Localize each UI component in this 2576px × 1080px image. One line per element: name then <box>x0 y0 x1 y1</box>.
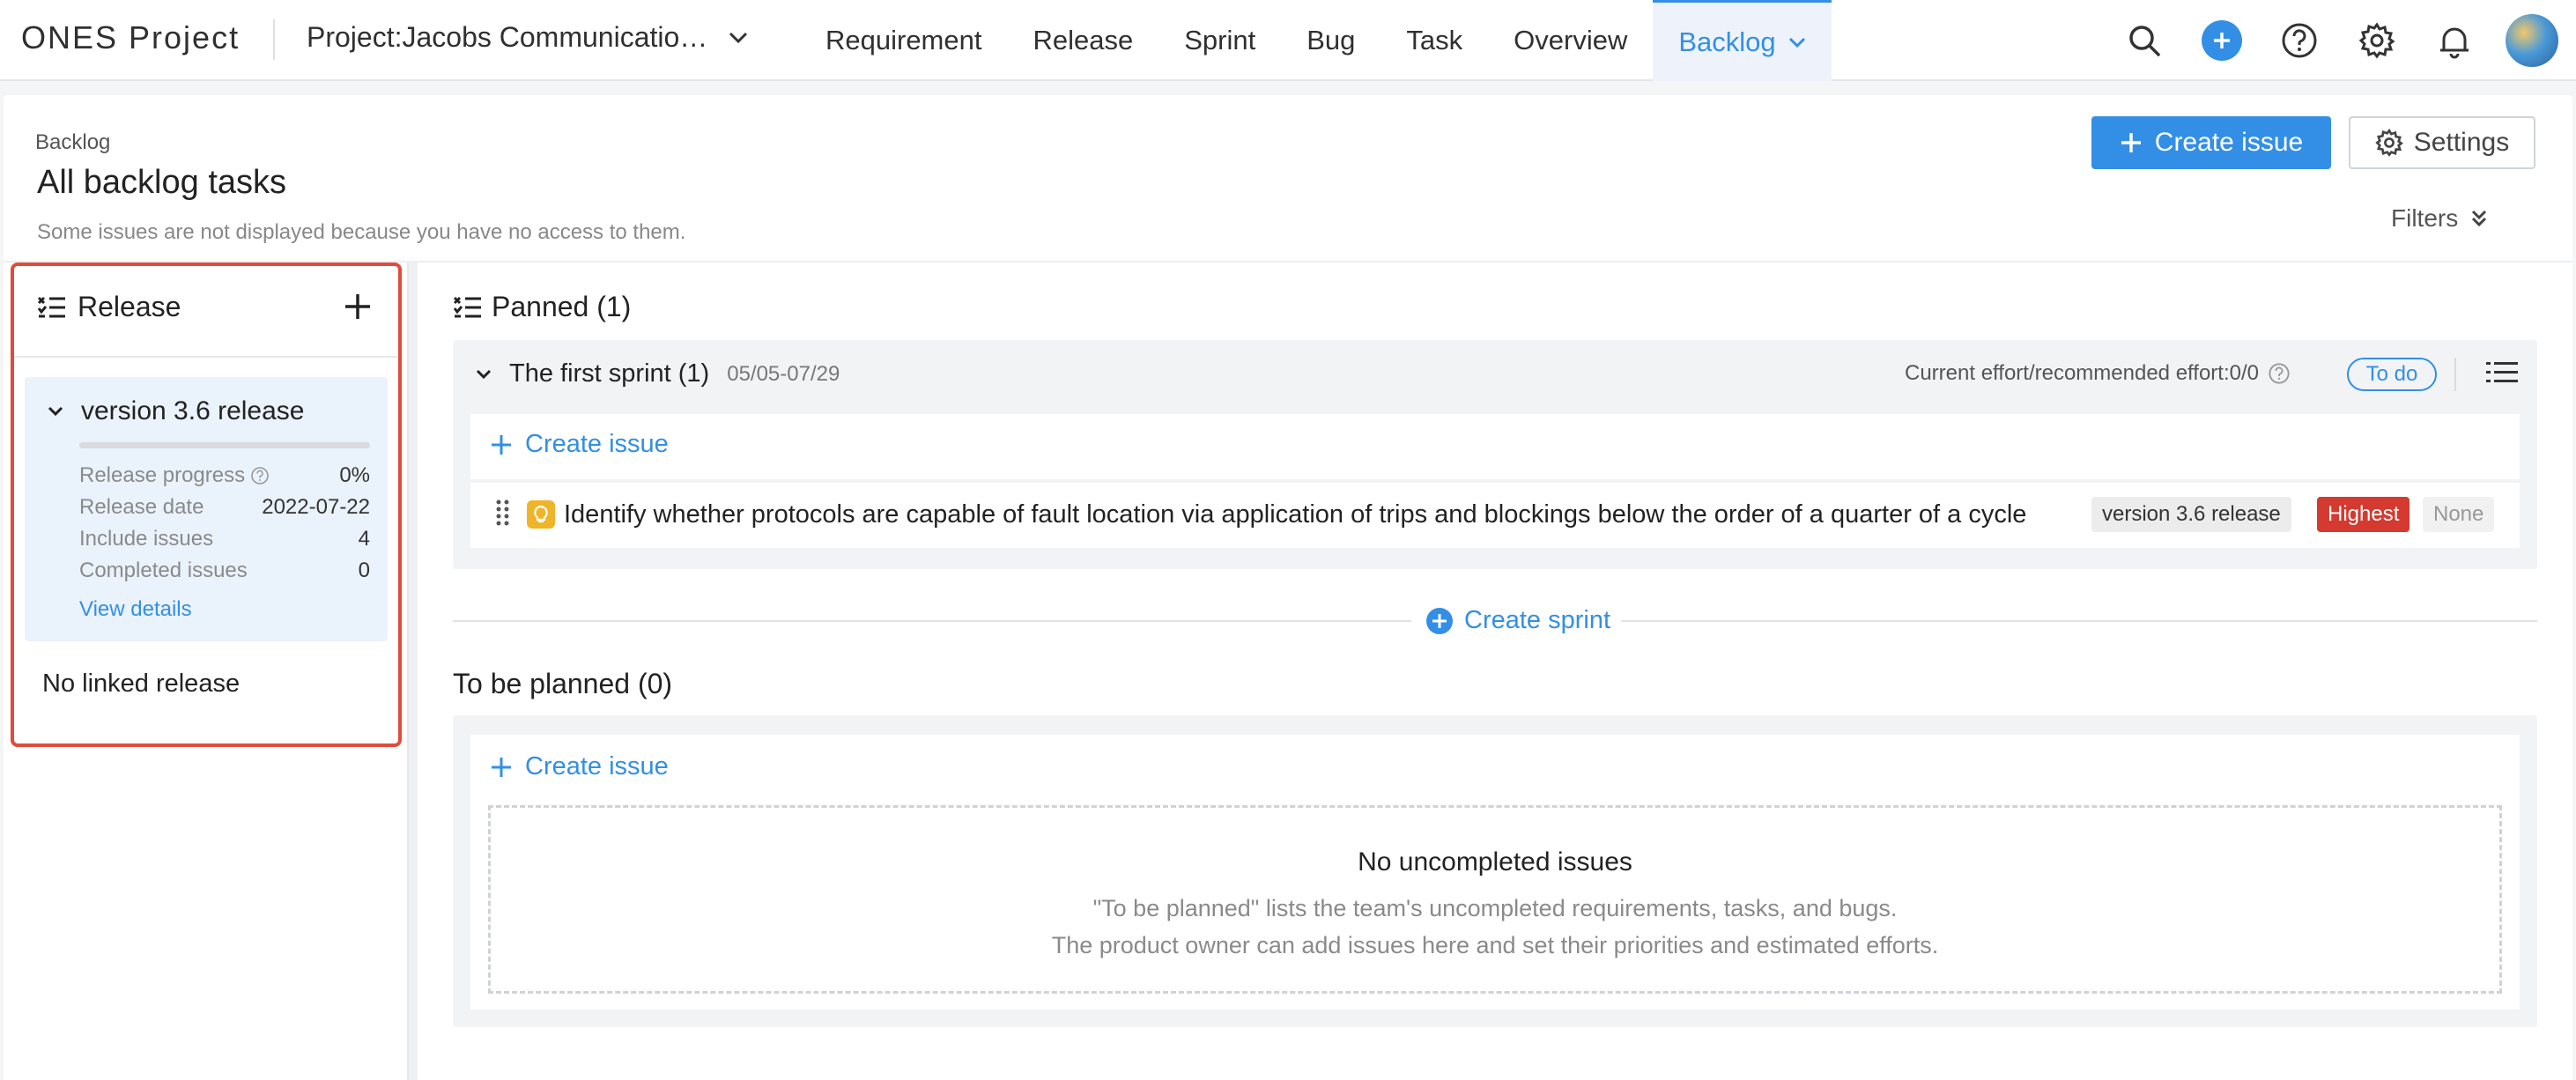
release-toggle[interactable]: version 3.6 release <box>48 396 304 426</box>
to-be-planned-create-issue-label: Create issue <box>525 752 669 780</box>
sprint-effort-text: Current effort/recommended effort:0/0 <box>1905 361 2259 385</box>
plus-icon <box>492 434 511 455</box>
empty-state-description: "To be planned" lists the team's uncompl… <box>1092 895 1898 921</box>
release-progress-bar <box>79 442 370 448</box>
issue-release-tag[interactable]: version 3.6 release <box>2091 497 2291 532</box>
nav-task[interactable]: Task <box>1381 0 1488 81</box>
checklist-icon <box>37 296 65 317</box>
sprint-effort: Current effort/recommended effort:0/0 <box>1905 361 2291 386</box>
sprint-dates: 05/05-07/29 <box>727 361 840 386</box>
nav-backlog-label: Backlog <box>1678 26 1776 57</box>
planned-section-header: Panned (1) <box>453 291 631 323</box>
sprint-create-row <box>470 414 2520 479</box>
checklist-icon <box>453 296 481 317</box>
search-icon[interactable] <box>2118 14 2171 67</box>
settings-label: Settings <box>2413 128 2510 157</box>
to-be-planned-header: To be planned (0) <box>453 668 672 700</box>
create-sprint-divider-left <box>453 620 1411 622</box>
to-be-planned-create-issue-button[interactable]: Create issue <box>490 752 669 781</box>
breadcrumb[interactable]: Backlog <box>35 130 110 155</box>
release-date-key: Release date <box>79 495 204 519</box>
release-name: version 3.6 release <box>81 396 305 425</box>
access-notice: Some issues are not displayed because yo… <box>37 220 686 244</box>
help-icon[interactable] <box>250 466 270 485</box>
nav-overview[interactable]: Overview <box>1488 0 1653 81</box>
chevron-down-icon <box>729 32 748 43</box>
to-be-planned-title: To be planned (0) <box>453 668 673 699</box>
include-issues-row: Include issues 4 <box>79 527 370 551</box>
nav-backlog[interactable]: Backlog <box>1653 0 1832 81</box>
create-sprint-button[interactable]: Create sprint <box>1418 606 1618 635</box>
view-details-link[interactable]: View details <box>79 597 192 622</box>
chevron-down-icon <box>476 369 492 379</box>
create-sprint-divider-right <box>1621 620 2537 622</box>
issue-assignee-badge[interactable]: None <box>2423 497 2495 532</box>
requirement-type-icon <box>527 500 555 529</box>
empty-state-description-2: The product owner can add issues here an… <box>1051 932 1939 958</box>
gear-icon <box>2375 129 2403 157</box>
create-issue-button[interactable]: Create issue <box>2091 116 2331 169</box>
header-actions <box>2118 12 2558 69</box>
bell-icon[interactable] <box>2428 14 2481 67</box>
chevron-down-icon <box>48 406 63 417</box>
no-linked-release[interactable]: No linked release <box>42 669 240 699</box>
user-avatar[interactable] <box>2506 14 2558 67</box>
nav-bug[interactable]: Bug <box>1281 0 1381 81</box>
sprint-name: The first sprint (1) <box>509 359 710 388</box>
double-chevron-down-icon <box>2472 210 2487 227</box>
plus-circle-icon[interactable] <box>2195 14 2248 67</box>
release-progress-key: Release progress <box>79 463 246 487</box>
plus-circle-icon <box>1426 607 1453 634</box>
list-view-icon[interactable] <box>2486 359 2521 391</box>
plus-icon <box>2121 133 2141 152</box>
create-issue-label: Create issue <box>2154 128 2304 157</box>
completed-issues-row: Completed issues 0 <box>79 558 370 583</box>
chevron-down-icon <box>1788 37 1805 48</box>
sprint-create-issue-button[interactable]: Create issue <box>490 430 669 459</box>
nav-sprint[interactable]: Sprint <box>1158 0 1281 81</box>
sprint-status-badge[interactable]: To do <box>2347 358 2437 391</box>
project-selector[interactable]: Project:Jacobs Communicatio… <box>307 21 748 54</box>
help-icon[interactable] <box>2273 14 2326 67</box>
filters-toggle[interactable]: Filters <box>2391 204 2488 233</box>
top-bar: ONES Project Project:Jacobs Communicatio… <box>0 0 2576 81</box>
plus-icon <box>492 757 511 777</box>
issue-title[interactable]: Identify whether protocols are capable o… <box>564 500 2079 529</box>
create-sprint-label: Create sprint <box>1464 606 1611 634</box>
release-date-row: Release date 2022-07-22 <box>79 495 370 520</box>
add-release-icon[interactable] <box>342 291 377 326</box>
page-title: All backlog tasks <box>37 164 287 201</box>
empty-state-title: No uncompleted issues <box>1358 847 1632 877</box>
nav-release[interactable]: Release <box>1007 0 1158 81</box>
nav-requirement[interactable]: Requirement <box>800 0 1007 81</box>
drag-handle-icon[interactable] <box>495 499 511 527</box>
issue-priority-badge[interactable]: Highest <box>2317 497 2410 532</box>
filters-label: Filters <box>2391 204 2459 232</box>
include-issues-key: Include issues <box>79 527 214 551</box>
completed-issues-key: Completed issues <box>79 558 248 582</box>
app-logo[interactable]: ONES Project <box>21 19 240 56</box>
project-name: Project:Jacobs Communicatio… <box>307 21 708 53</box>
release-header-divider <box>14 356 398 358</box>
release-panel-header: Release <box>37 291 181 323</box>
sidebar-resize-handle[interactable] <box>409 263 418 1080</box>
release-panel-title: Release <box>78 291 181 322</box>
main-nav: Requirement Release Sprint Bug Task Over… <box>800 0 1832 81</box>
sprint-header-divider <box>2454 358 2456 391</box>
release-progress-value: 0% <box>339 463 370 487</box>
planned-title: Panned (1) <box>492 291 632 322</box>
completed-issues-value: 0 <box>358 558 370 582</box>
sprint-create-issue-label: Create issue <box>525 430 669 458</box>
release-date-value: 2022-07-22 <box>262 495 370 519</box>
help-icon[interactable] <box>2268 362 2291 385</box>
release-progress-row: Release progress 0% <box>79 463 370 488</box>
sprint-header[interactable]: The first sprint (1) 05/05-07/29 <box>476 359 840 388</box>
include-issues-value: 4 <box>358 527 370 551</box>
header-divider <box>273 19 275 60</box>
gear-icon[interactable] <box>2350 14 2403 67</box>
settings-button[interactable]: Settings <box>2349 116 2535 169</box>
